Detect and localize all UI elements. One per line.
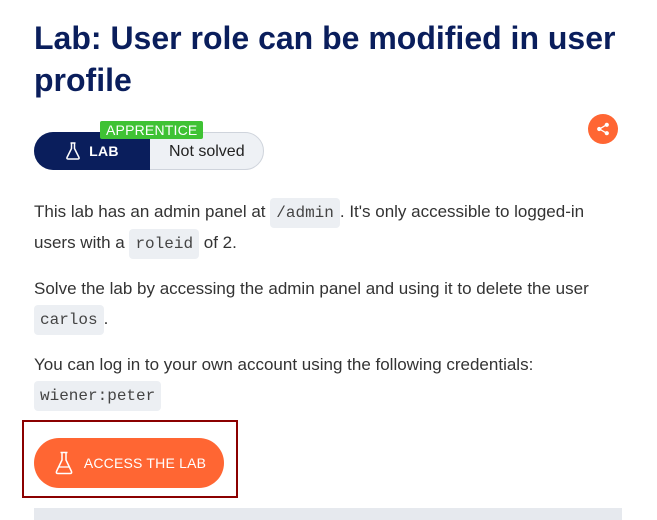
flask-icon <box>66 142 81 160</box>
lab-description-paragraph-2: Solve the lab by accessing the admin pan… <box>34 274 626 335</box>
lab-type-label: LAB <box>89 143 119 159</box>
text-segment: . <box>103 309 109 328</box>
content-panel-edge <box>34 508 622 520</box>
admin-path-code: /admin <box>270 198 340 228</box>
credentials-code: wiener:peter <box>34 381 162 411</box>
page-title: Lab: User role can be modified in user p… <box>34 20 616 98</box>
lab-description-paragraph-3: You can log in to your own account using… <box>34 350 626 411</box>
target-user-code: carlos <box>34 305 104 335</box>
level-badge: APPRENTICE <box>100 121 204 139</box>
lab-description-paragraph-1: This lab has an admin panel at /admin. I… <box>34 197 626 259</box>
lab-solved-status: Not solved <box>169 143 245 160</box>
text-segment: You can log in to your own account using… <box>34 355 534 374</box>
text-segment: This lab has an admin panel at <box>34 202 271 221</box>
roleid-code: roleid <box>129 229 200 259</box>
flask-icon <box>55 451 73 475</box>
text-segment: of 2. <box>199 233 237 252</box>
lab-page: Lab: User role can be modified in user p… <box>0 0 657 520</box>
share-button[interactable] <box>588 114 618 144</box>
share-icon <box>597 122 609 136</box>
text-segment: Solve the lab by accessing the admin pan… <box>34 279 589 298</box>
access-lab-button[interactable]: ACCESS THE LAB <box>34 438 224 488</box>
access-lab-label: ACCESS THE LAB <box>83 455 207 471</box>
